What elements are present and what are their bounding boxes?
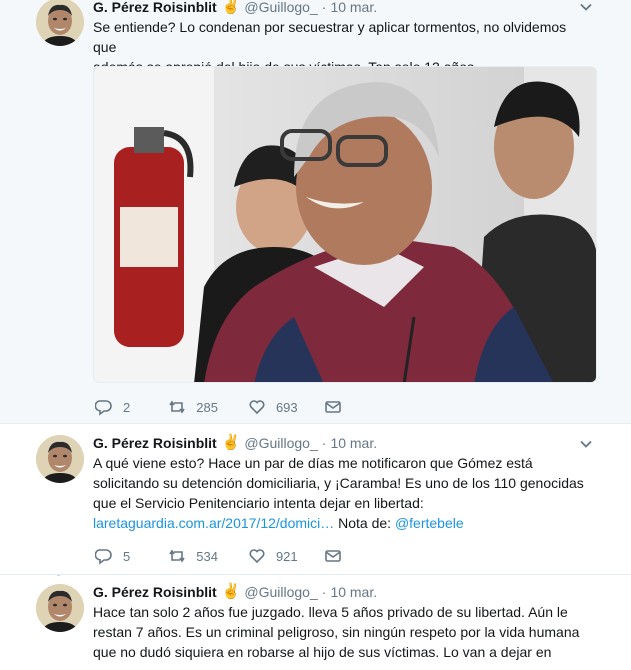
reply-button[interactable]: 5: [95, 547, 130, 565]
retweet-icon: [169, 549, 185, 563]
tweet-header: G. Pérez Roisinblit ✌ @Guillogo_ · 10 ma…: [93, 0, 377, 16]
tweet-timestamp[interactable]: 10 mar.: [330, 583, 377, 601]
separator-dot: ·: [321, 0, 327, 15]
retweet-button[interactable]: 534: [168, 547, 218, 565]
message-icon: [324, 401, 341, 413]
author-name[interactable]: G. Pérez Roisinblit: [93, 0, 217, 16]
tweet-1[interactable]: G. Pérez Roisinblit ✌ @Guillogo_ · 10 ma…: [0, 0, 631, 424]
victory-hand-emoji: ✌: [221, 0, 241, 15]
victory-hand-emoji: ✌: [221, 434, 241, 451]
tweet-text-line: A qué viene esto? Hace un par de días me…: [93, 455, 533, 471]
tweet-text-line: solicitando su detención domiciliaria, y…: [93, 475, 584, 491]
heart-icon: [249, 400, 265, 415]
retweet-icon: [169, 400, 185, 414]
tweet-text: A qué viene esto? Hace un par de días me…: [93, 453, 593, 533]
tweet-text-line: que el Servicio Penitenciario intenta de…: [93, 495, 424, 511]
avatar[interactable]: [36, 435, 84, 483]
reply-count: 5: [123, 548, 131, 564]
tweet-actions: 5 534 921: [95, 546, 342, 566]
tweet-text: Hace tan solo 2 años fue juzgado. lleva …: [93, 602, 593, 662]
tweet-timestamp[interactable]: 10 mar.: [330, 0, 377, 16]
note-prefix: Nota de:: [334, 515, 395, 531]
direct-message-button[interactable]: [324, 547, 342, 565]
tweet-3[interactable]: G. Pérez Roisinblit ✌ @Guillogo_ · 10 ma…: [0, 576, 631, 670]
like-count: 921: [275, 548, 298, 564]
tweet-timestamp[interactable]: 10 mar.: [330, 434, 377, 452]
reply-icon: [95, 549, 112, 565]
tweet-actions: 2 285 693: [95, 397, 342, 417]
like-button[interactable]: 693: [248, 398, 298, 416]
mention-link[interactable]: @fertebele: [395, 515, 464, 531]
heart-icon: [249, 549, 265, 564]
author-name[interactable]: G. Pérez Roisinblit: [93, 583, 217, 601]
retweet-count: 285: [196, 399, 218, 415]
author-name[interactable]: G. Pérez Roisinblit: [93, 434, 217, 452]
avatar[interactable]: [36, 0, 84, 46]
tweet-text-line: laretaguardia.com.ar/2017/12/domici… Not…: [93, 513, 593, 533]
like-count: 693: [275, 399, 298, 415]
separator-dot: ·: [321, 435, 327, 451]
separator-dot: ·: [321, 584, 327, 600]
tweet-photo[interactable]: [93, 66, 597, 383]
avatar[interactable]: [36, 584, 84, 632]
tweet-header: G. Pérez Roisinblit ✌ @Guillogo_ · 10 ma…: [93, 434, 377, 452]
chevron-down-icon[interactable]: [579, 437, 593, 451]
tweet-header: G. Pérez Roisinblit ✌ @Guillogo_ · 10 ma…: [93, 583, 377, 601]
reply-icon: [95, 400, 112, 416]
retweet-button[interactable]: 285: [168, 398, 218, 416]
tweet-text-line: restan 7 años. Es un criminal peligroso,…: [93, 624, 580, 640]
direct-message-button[interactable]: [324, 398, 342, 416]
reply-count: 2: [123, 399, 131, 415]
author-handle[interactable]: @Guillogo_: [244, 434, 317, 452]
tweet-text-line: que no dudó siquiera en robarse al hijo …: [93, 644, 552, 660]
like-button[interactable]: 921: [248, 547, 298, 565]
chevron-down-icon[interactable]: [579, 0, 593, 14]
tweet-2[interactable]: G. Pérez Roisinblit ✌ @Guillogo_ · 10 ma…: [0, 425, 631, 575]
victory-hand-emoji: ✌: [221, 583, 241, 600]
tweet-text-line: Se entiende? Lo condenan por secuestrar …: [93, 19, 567, 55]
article-link[interactable]: laretaguardia.com.ar/2017/12/domici…: [93, 515, 334, 531]
retweet-count: 534: [196, 548, 218, 564]
author-handle[interactable]: @Guillogo_: [244, 583, 317, 601]
tweet-text-line: Hace tan solo 2 años fue juzgado. lleva …: [93, 604, 568, 620]
message-icon: [324, 550, 341, 562]
reply-button[interactable]: 2: [95, 398, 130, 416]
author-handle[interactable]: @Guillogo_: [244, 0, 317, 16]
